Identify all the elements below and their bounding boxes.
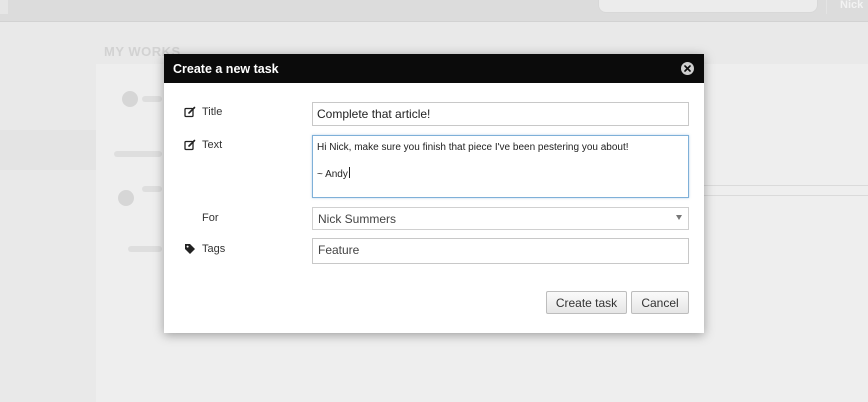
text-line-content: ~ Andy — [317, 169, 348, 180]
for-label-text: For — [202, 212, 219, 224]
cancel-button[interactable]: Cancel — [631, 291, 689, 314]
topbar-divider — [826, 0, 827, 14]
background-line — [114, 151, 162, 157]
text-line — [317, 154, 684, 167]
back-icon — [0, 0, 8, 14]
background-divider — [704, 195, 868, 196]
background-line — [142, 186, 162, 192]
close-icon[interactable] — [681, 62, 694, 75]
text-textarea[interactable]: Hi Nick, make sure you finish that piece… — [312, 135, 689, 198]
edit-icon — [184, 106, 196, 118]
chevron-down-icon — [676, 215, 682, 220]
edit-icon — [184, 139, 196, 151]
title-label: Title — [184, 106, 222, 118]
dialog-header: Create a new task — [164, 54, 704, 83]
search-bar — [598, 0, 818, 13]
app-top-bar: Nick — [0, 0, 868, 22]
tags-label: Tags — [184, 243, 225, 255]
create-task-button[interactable]: Create task — [546, 291, 627, 314]
background-divider — [704, 185, 868, 186]
background-avatar-icon — [122, 91, 138, 107]
background-avatar-icon — [118, 190, 134, 206]
text-line: Hi Nick, make sure you finish that piece… — [317, 142, 629, 153]
text-label-text: Text — [202, 139, 223, 151]
text-caret — [348, 167, 350, 178]
text-line: ~ Andy — [317, 167, 684, 181]
tags-input[interactable]: Feature — [312, 238, 689, 264]
tags-label-text: Tags — [202, 243, 226, 255]
title-label-text: Title — [202, 106, 223, 118]
dialog-title: Create a new task — [173, 62, 279, 76]
for-select-value: Nick Summers — [318, 212, 397, 226]
background-strip — [0, 130, 96, 170]
tag-icon — [184, 243, 196, 255]
title-input[interactable]: Complete that article! — [312, 102, 689, 126]
background-line — [128, 246, 162, 252]
text-label: Text — [184, 139, 222, 151]
for-select[interactable]: Nick Summers — [312, 207, 689, 230]
create-task-dialog: Create a new task Title Complete that ar… — [164, 54, 704, 333]
for-label: For — [202, 212, 219, 224]
background-line — [142, 96, 162, 102]
user-name: Nick — [840, 0, 864, 11]
